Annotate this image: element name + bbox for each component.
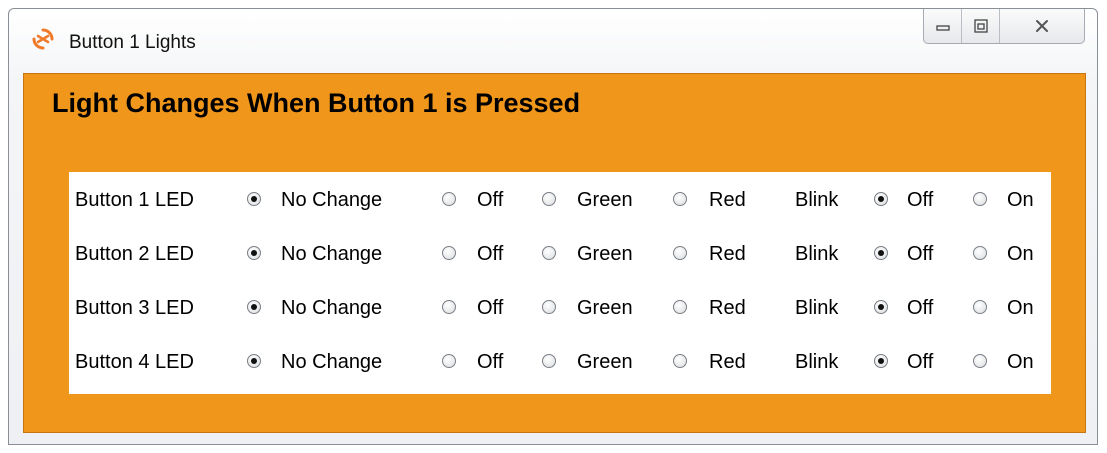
radio-off[interactable] bbox=[442, 246, 456, 260]
led-row-label: Button 1 LED bbox=[75, 189, 194, 211]
minimize-icon bbox=[935, 25, 950, 31]
radio-off[interactable] bbox=[442, 354, 456, 368]
blink-label: Blink bbox=[795, 351, 839, 373]
option-label-no-change: No Change bbox=[281, 297, 383, 319]
led-row-label: Button 3 LED bbox=[75, 297, 194, 319]
radio-blink-off[interactable] bbox=[874, 354, 888, 368]
option-label-green: Green bbox=[577, 297, 633, 319]
led-row: Button 1 LED No Change Off Green Red Bli… bbox=[69, 180, 1051, 220]
option-label-blink-on: On bbox=[1007, 243, 1034, 265]
radio-red[interactable] bbox=[673, 246, 687, 260]
radio-blink-on[interactable] bbox=[973, 300, 987, 314]
option-label-no-change: No Change bbox=[281, 351, 383, 373]
radio-no-change[interactable] bbox=[247, 354, 261, 368]
option-label-blink-on: On bbox=[1007, 297, 1034, 319]
page-heading: Light Changes When Button 1 is Pressed bbox=[52, 88, 581, 118]
blink-label: Blink bbox=[795, 297, 839, 319]
radio-green[interactable] bbox=[542, 246, 556, 260]
radio-no-change[interactable] bbox=[247, 246, 261, 260]
radio-green[interactable] bbox=[542, 192, 556, 206]
title-bar[interactable]: Button 1 Lights bbox=[9, 9, 1097, 73]
radio-no-change[interactable] bbox=[247, 300, 261, 314]
option-label-red: Red bbox=[709, 243, 746, 265]
option-label-off: Off bbox=[477, 297, 504, 319]
option-label-blink-off: Off bbox=[907, 189, 934, 211]
radio-blink-on[interactable] bbox=[973, 354, 987, 368]
window-title: Button 1 Lights bbox=[69, 32, 196, 53]
blink-label: Blink bbox=[795, 243, 839, 265]
caption-buttons bbox=[923, 9, 1085, 44]
radio-off[interactable] bbox=[442, 192, 456, 206]
restore-button[interactable] bbox=[962, 9, 1000, 43]
radio-green[interactable] bbox=[542, 300, 556, 314]
restore-icon bbox=[973, 19, 988, 33]
option-label-blink-off: Off bbox=[907, 297, 934, 319]
radio-red[interactable] bbox=[673, 354, 687, 368]
option-label-blink-off: Off bbox=[907, 243, 934, 265]
option-label-off: Off bbox=[477, 243, 504, 265]
option-label-no-change: No Change bbox=[281, 189, 383, 211]
radio-blink-off[interactable] bbox=[874, 246, 888, 260]
option-label-blink-on: On bbox=[1007, 351, 1034, 373]
client-area: Light Changes When Button 1 is Pressed B… bbox=[23, 73, 1086, 433]
led-row-label: Button 2 LED bbox=[75, 243, 194, 265]
option-label-green: Green bbox=[577, 243, 633, 265]
option-label-off: Off bbox=[477, 351, 504, 373]
close-icon bbox=[1036, 20, 1048, 32]
option-label-red: Red bbox=[709, 189, 746, 211]
radio-blink-off[interactable] bbox=[874, 192, 888, 206]
radio-blink-off[interactable] bbox=[874, 300, 888, 314]
radio-blink-on[interactable] bbox=[973, 246, 987, 260]
radio-red[interactable] bbox=[673, 300, 687, 314]
led-row-label: Button 4 LED bbox=[75, 351, 194, 373]
minimize-button[interactable] bbox=[924, 9, 962, 43]
option-label-green: Green bbox=[577, 351, 633, 373]
radio-off[interactable] bbox=[442, 300, 456, 314]
option-label-green: Green bbox=[577, 189, 633, 211]
option-label-no-change: No Change bbox=[281, 243, 383, 265]
led-options-panel: Button 1 LED No Change Off Green Red Bli… bbox=[69, 172, 1051, 394]
radio-no-change[interactable] bbox=[247, 192, 261, 206]
option-label-red: Red bbox=[709, 297, 746, 319]
led-row: Button 3 LED No Change Off Green Red Bli… bbox=[69, 288, 1051, 328]
option-label-blink-on: On bbox=[1007, 189, 1034, 211]
led-row: Button 2 LED No Change Off Green Red Bli… bbox=[69, 234, 1051, 274]
swirl-logo-icon bbox=[32, 28, 54, 50]
radio-blink-on[interactable] bbox=[973, 192, 987, 206]
option-label-red: Red bbox=[709, 351, 746, 373]
close-button[interactable] bbox=[1000, 9, 1084, 43]
option-label-blink-off: Off bbox=[907, 351, 934, 373]
blink-label: Blink bbox=[795, 189, 839, 211]
radio-red[interactable] bbox=[673, 192, 687, 206]
radio-green[interactable] bbox=[542, 354, 556, 368]
app-window: Button 1 Lights Light Changes When Butto… bbox=[8, 8, 1098, 445]
led-row: Button 4 LED No Change Off Green Red Bli… bbox=[69, 342, 1051, 382]
option-label-off: Off bbox=[477, 189, 504, 211]
